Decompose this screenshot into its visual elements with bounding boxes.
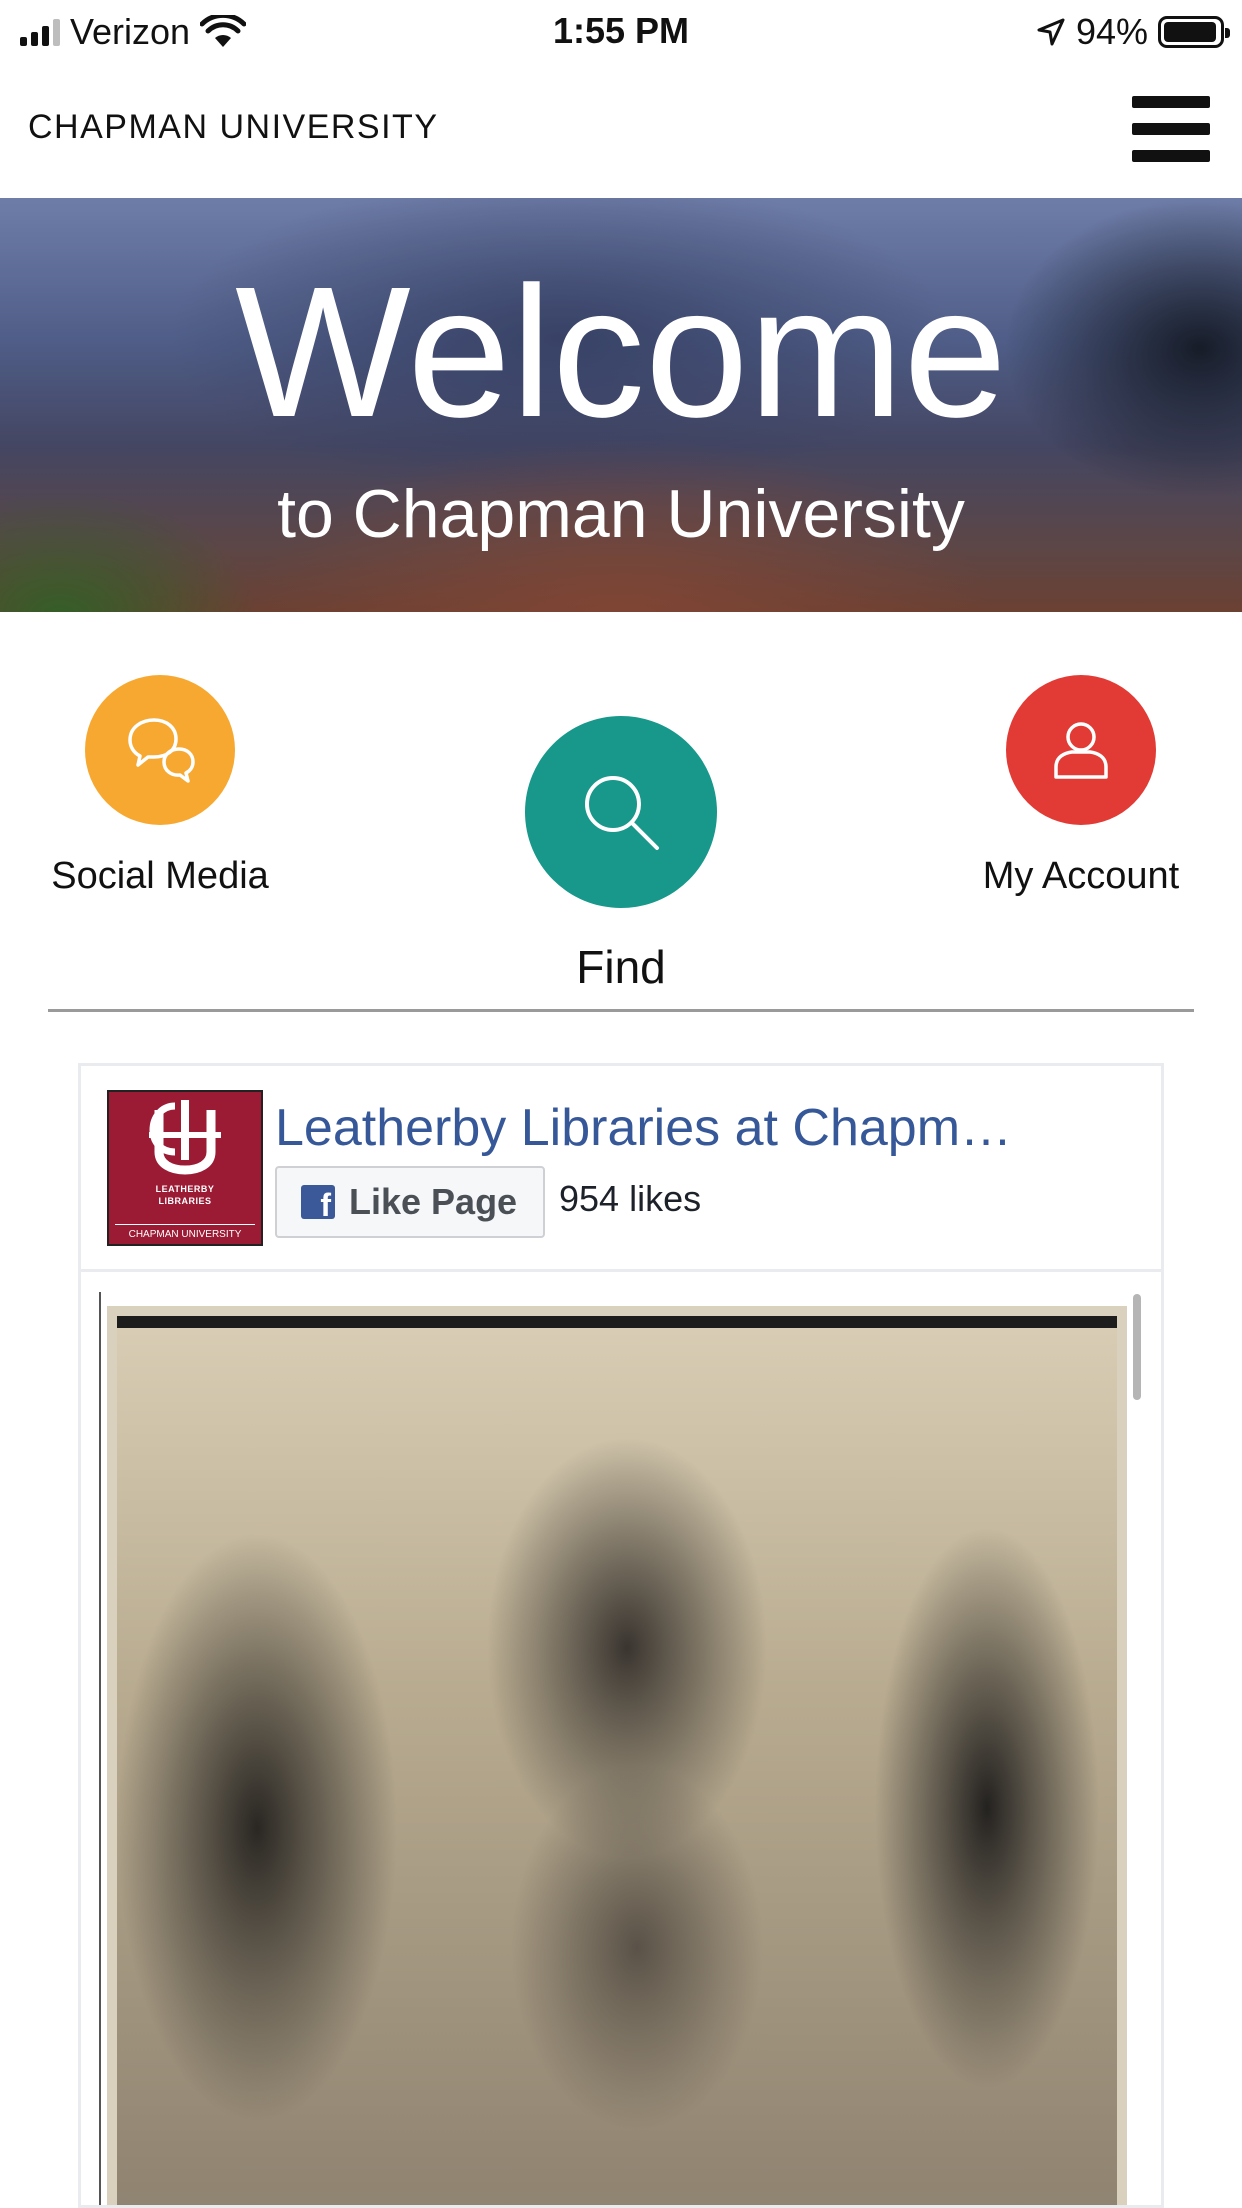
like-page-label: Like Page (349, 1181, 518, 1222)
facebook-post-feed[interactable] (99, 1292, 1149, 2205)
find-button[interactable]: Find (471, 716, 771, 994)
search-icon (525, 716, 717, 908)
app-header: CHAPMAN UNIVERSITY (0, 62, 1242, 198)
battery-icon (1158, 16, 1230, 48)
hero-banner: Welcome to Chapman University (0, 198, 1242, 612)
hero-subtitle: to Chapman University (277, 476, 965, 552)
chat-bubbles-icon (85, 675, 235, 825)
facebook-icon: f (301, 1185, 335, 1219)
social-media-button[interactable]: Social Media (30, 675, 290, 898)
hamburger-menu-icon[interactable] (1132, 96, 1210, 162)
social-media-label: Social Media (51, 855, 269, 897)
find-label: Find (576, 941, 666, 993)
user-icon (1006, 675, 1156, 825)
my-account-label: My Account (982, 855, 1180, 897)
facebook-page-name-link[interactable]: Leatherby Libraries at Chapm… (275, 1098, 1135, 1158)
likes-count: 954 likes (559, 1178, 702, 1219)
status-bar: Verizon 1:55 PM 94% (0, 0, 1242, 62)
like-page-button[interactable]: f Like Page (275, 1166, 545, 1238)
facebook-page-header: LEATHERBY LIBRARIES CHAPMAN UNIVERSITY L… (81, 1066, 1161, 1272)
feed-scrollbar[interactable] (1133, 1294, 1141, 1400)
my-account-button[interactable]: My Account (950, 675, 1212, 898)
battery-percent: 94% (1075, 11, 1148, 52)
post-photo[interactable] (107, 1306, 1127, 2205)
hero-title: Welcome (235, 249, 1007, 456)
section-divider (48, 1009, 1194, 1012)
quick-actions: Social Media Find My Account (0, 612, 1242, 1012)
leatherby-libraries-logo[interactable]: LEATHERBY LIBRARIES CHAPMAN UNIVERSITY (107, 1090, 263, 1246)
location-arrow-icon (1037, 18, 1065, 46)
facebook-page-widget: LEATHERBY LIBRARIES CHAPMAN UNIVERSITY L… (78, 1063, 1164, 2208)
status-right: 94% (1036, 10, 1230, 54)
library-emblem-icon (149, 1100, 221, 1175)
brand-title: CHAPMAN UNIVERSITY (28, 108, 439, 146)
